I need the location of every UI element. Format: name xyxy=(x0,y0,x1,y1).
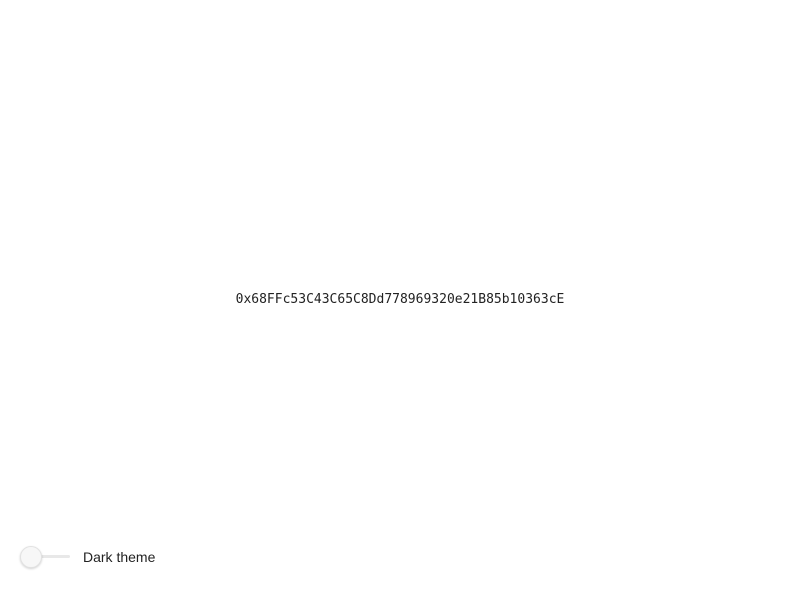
toggle-knob[interactable] xyxy=(20,546,42,568)
dark-theme-toggle[interactable]: Dark theme xyxy=(20,546,155,568)
dark-theme-label: Dark theme xyxy=(83,549,156,565)
wallet-address: 0x68FFc53C43C65C8Dd778969320e21B85b10363… xyxy=(235,292,565,307)
toggle-switch[interactable] xyxy=(20,546,70,568)
